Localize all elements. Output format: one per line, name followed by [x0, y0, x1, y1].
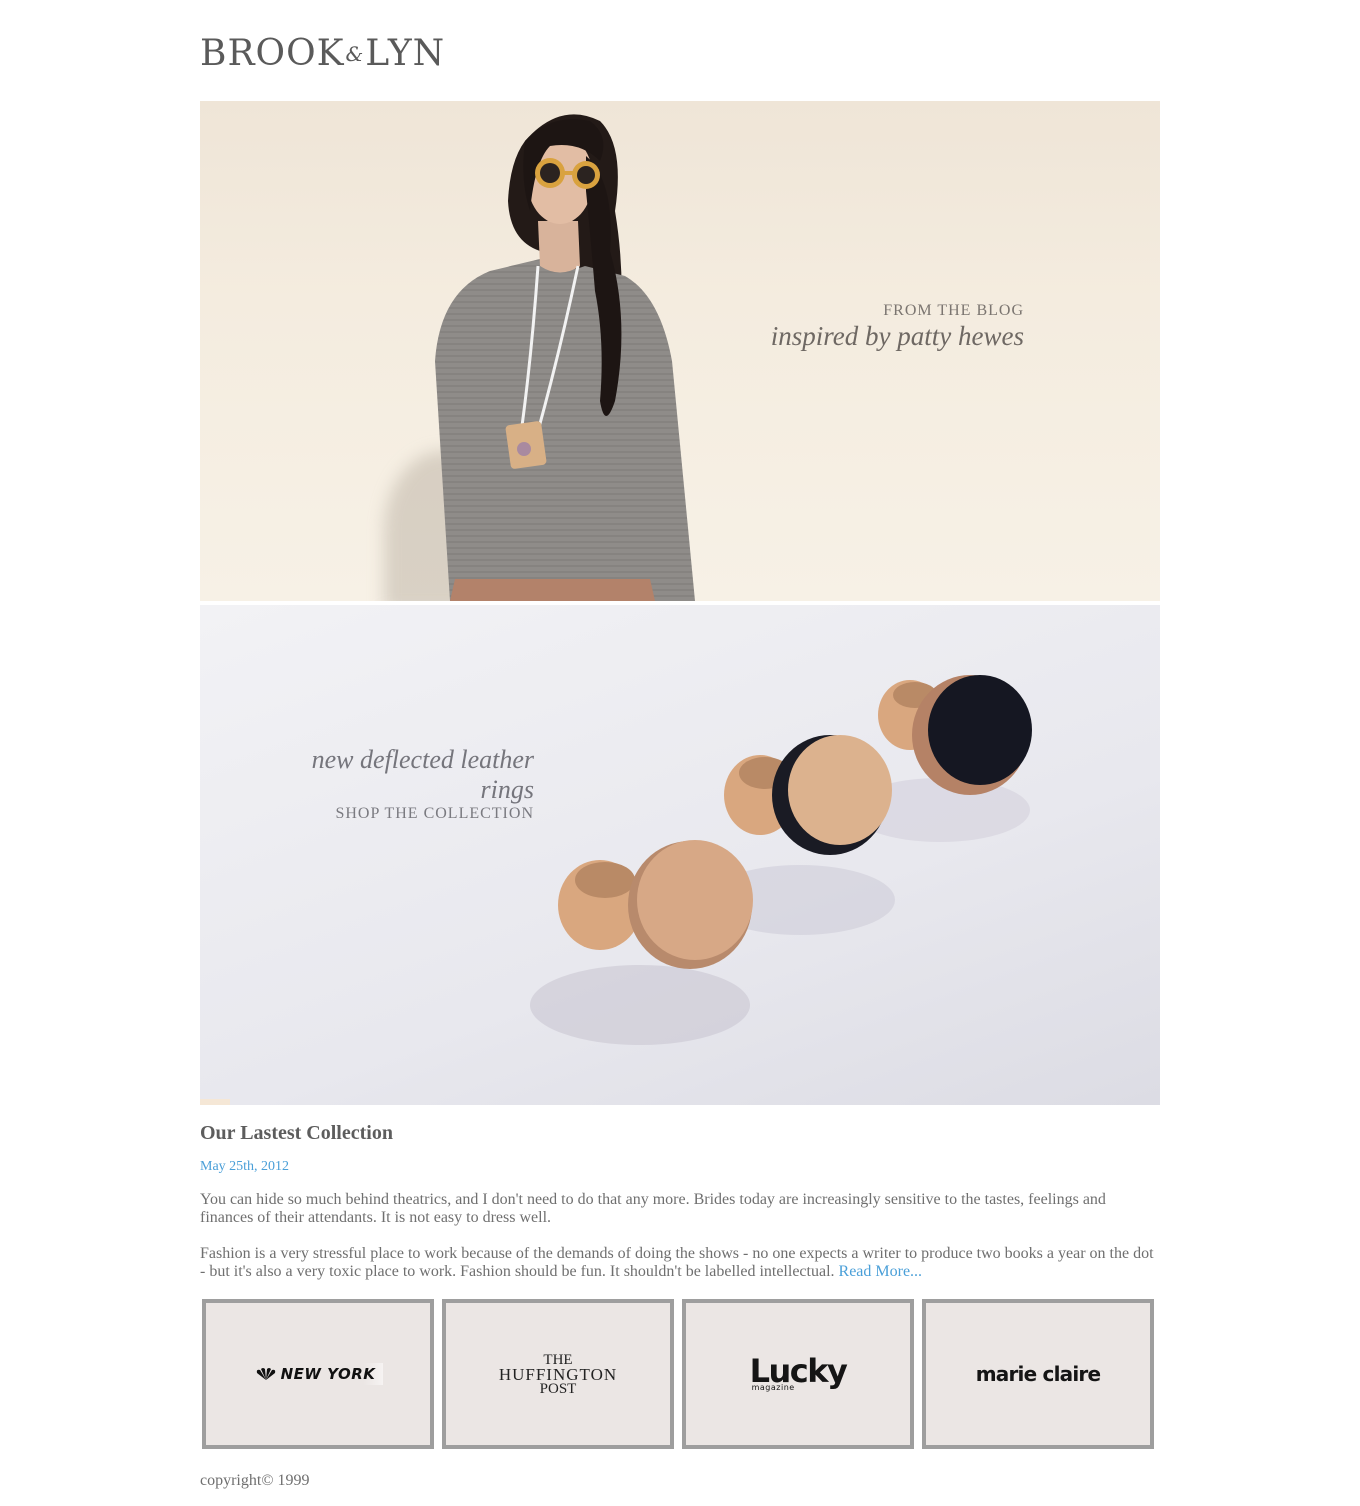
rings-caption: new deflected leather rings SHOP THE COL…: [278, 745, 534, 823]
lucky-sub: magazine: [751, 1383, 795, 1392]
blog-banner[interactable]: FROM THE BLOG inspired by patty hewes: [200, 101, 1160, 601]
article-paragraph-1: You can hide so much behind theatrics, a…: [200, 1191, 1106, 1226]
model-image: [435, 114, 695, 601]
rings-banner[interactable]: new deflected leather rings SHOP THE COL…: [200, 605, 1160, 1105]
logo-left: BROOK: [200, 33, 345, 74]
lucky-main: Lucky: [749, 1352, 848, 1390]
article-paragraph-2: Fashion is a very stressful place to wor…: [200, 1245, 1160, 1281]
blog-kicker: FROM THE BLOG: [883, 302, 1024, 319]
copyright: copyright© 1999: [200, 1472, 310, 1489]
huffington-logo: THE HUFFINGTON POST: [498, 1352, 618, 1397]
peacock-icon: [256, 1368, 275, 1380]
read-more-link[interactable]: Read More...: [839, 1263, 923, 1280]
lucky-logo: Lucky magazine: [749, 1352, 848, 1392]
nbc-text: NEW YORK: [280, 1365, 376, 1383]
press-huffington-post[interactable]: THE HUFFINGTON POST: [442, 1299, 674, 1449]
corner-mark: [200, 1099, 230, 1105]
logo-right: LYN: [365, 33, 446, 74]
press-logos: NEW YORK THE HUFFINGTON POST Lucky magaz…: [202, 1299, 1162, 1449]
nbc-logo: NEW YORK: [252, 1363, 384, 1385]
site-logo[interactable]: BROOK & LYN: [200, 34, 445, 74]
marie-claire-logo: marie claire: [975, 1362, 1101, 1386]
rings-headline: new deflected leather rings: [311, 745, 534, 804]
rings-image: [530, 675, 1032, 1045]
logo-amp: &: [345, 42, 365, 66]
article-date: May 25th, 2012: [200, 1159, 290, 1174]
paragraph-2-text: Fashion is a very stressful place to wor…: [200, 1245, 1154, 1280]
blog-caption: FROM THE BLOG inspired by patty hewes: [771, 301, 1024, 351]
huff-line-2: HUFFINGTON: [498, 1364, 618, 1384]
rings-kicker: SHOP THE COLLECTION: [335, 805, 534, 822]
press-lucky[interactable]: Lucky magazine: [682, 1299, 914, 1449]
article-title: Our Lastest Collection: [200, 1122, 393, 1144]
press-nbc-newyork[interactable]: NEW YORK: [202, 1299, 434, 1449]
huff-line-3: POST: [539, 1380, 577, 1397]
blog-headline: inspired by patty hewes: [770, 321, 1024, 351]
press-marie-claire[interactable]: marie claire: [922, 1299, 1154, 1449]
